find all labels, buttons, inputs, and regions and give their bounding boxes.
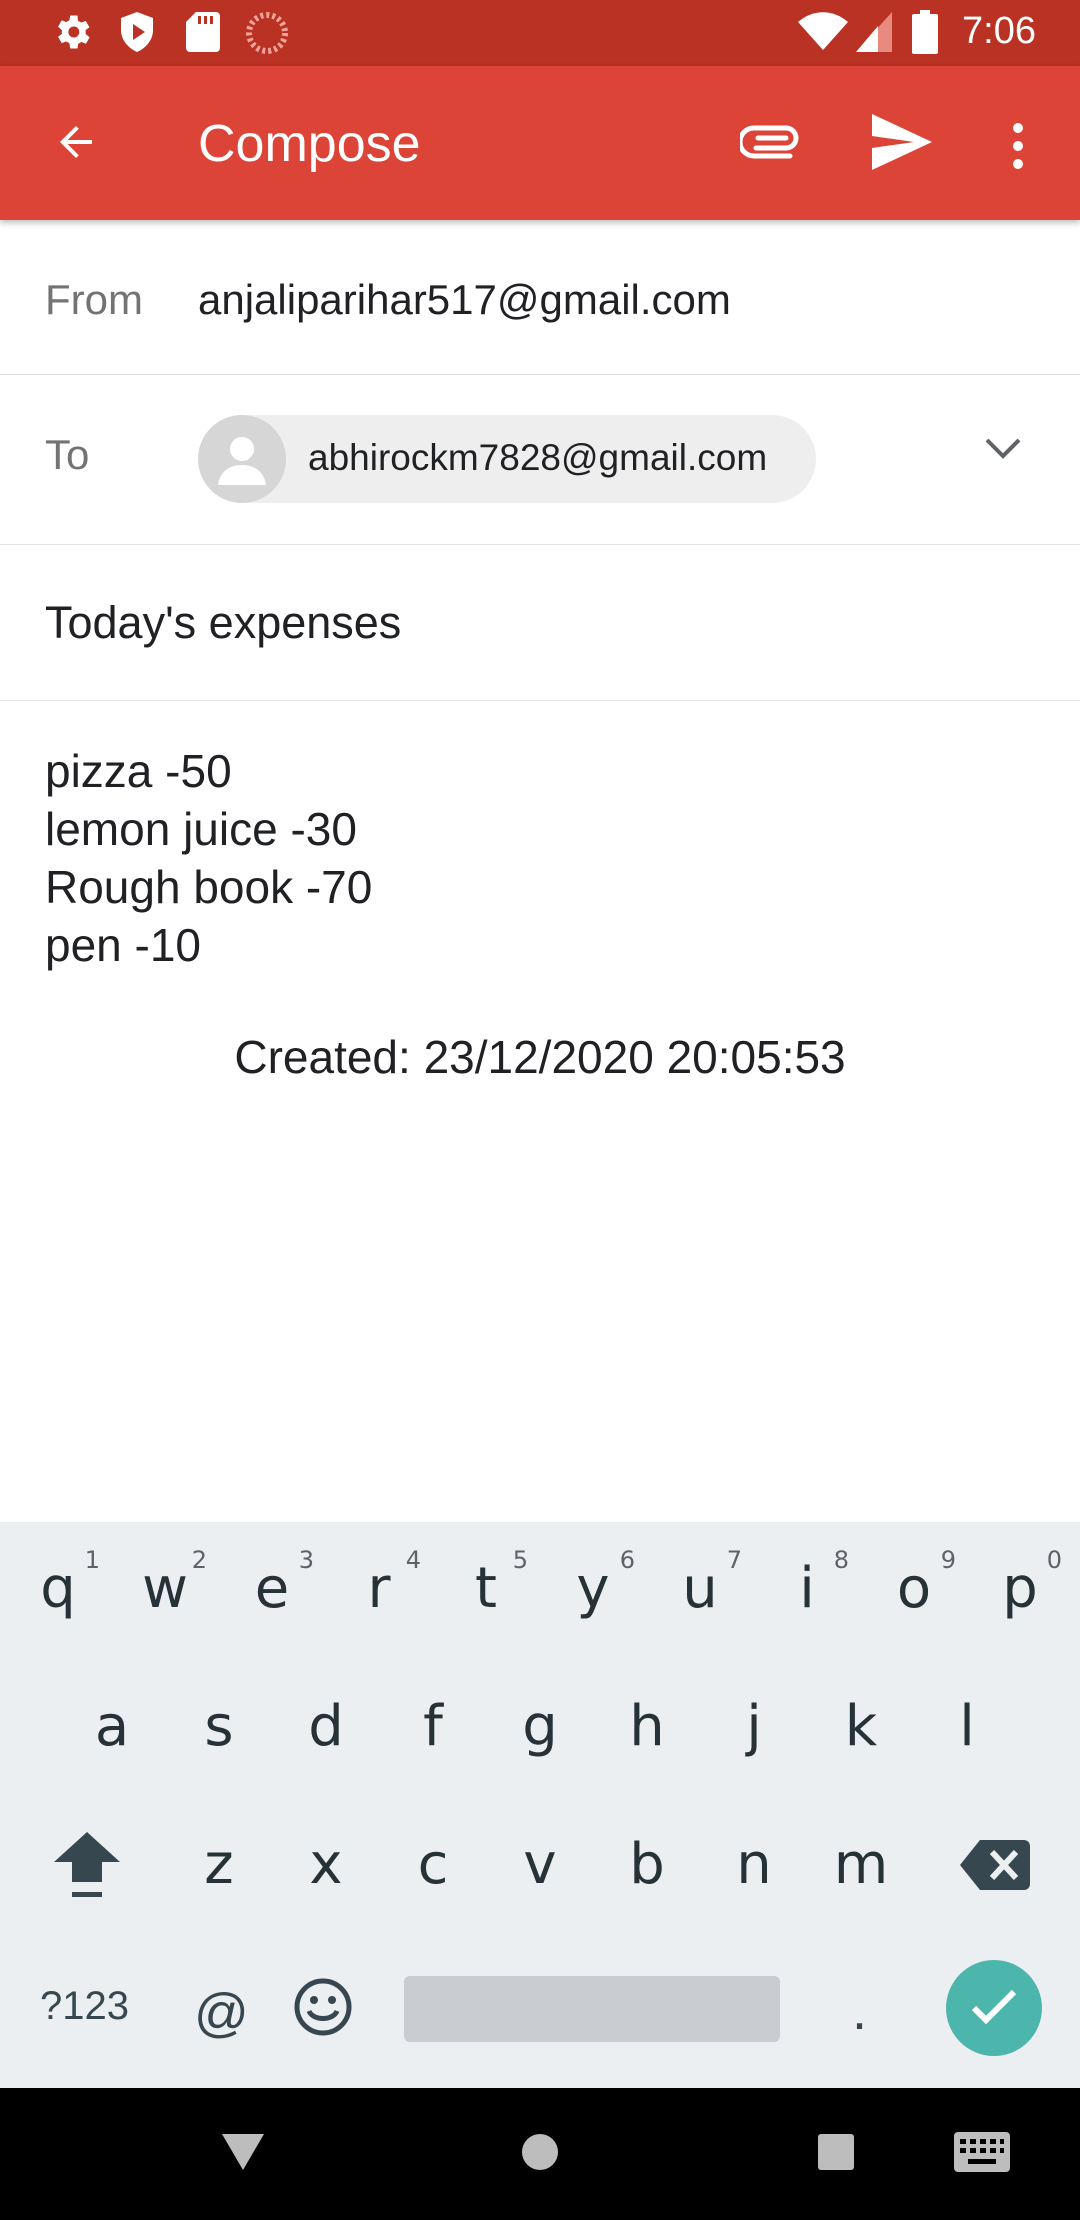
to-label: To xyxy=(45,431,90,478)
from-label: From xyxy=(45,276,143,323)
sd-card-icon xyxy=(186,12,220,52)
key-f[interactable]: f xyxy=(383,1660,483,1780)
attach-icon[interactable] xyxy=(740,118,800,166)
shift-icon xyxy=(54,1832,120,1897)
done-button[interactable] xyxy=(946,1960,1042,2056)
app-bar: Compose xyxy=(0,66,1080,220)
key-i[interactable]: i8 xyxy=(757,1522,857,1642)
key-e[interactable]: e3 xyxy=(222,1522,322,1642)
avatar xyxy=(198,415,286,503)
key-m[interactable]: m xyxy=(811,1798,911,1918)
subject-field[interactable]: Today's expenses xyxy=(45,597,401,649)
key-x[interactable]: x xyxy=(276,1798,376,1918)
subject-row[interactable]: Today's expenses xyxy=(0,545,1080,701)
key-t[interactable]: t5 xyxy=(436,1522,536,1642)
shield-play-icon xyxy=(121,12,153,52)
key-h[interactable]: h xyxy=(597,1660,697,1780)
key-o[interactable]: o9 xyxy=(864,1522,964,1642)
back-triangle-icon[interactable] xyxy=(222,2134,264,2174)
signal-icon xyxy=(856,12,892,52)
key-y[interactable]: y6 xyxy=(543,1522,643,1642)
key-l[interactable]: l xyxy=(917,1660,1017,1780)
sync-icon xyxy=(246,12,288,54)
key-u[interactable]: u7 xyxy=(650,1522,750,1642)
status-time: 7:06 xyxy=(962,10,1036,52)
body-line: lemon juice -30 xyxy=(45,803,357,855)
keyboard-icon[interactable] xyxy=(954,2132,1010,2172)
arrow-left-icon[interactable] xyxy=(52,118,100,166)
backspace-icon xyxy=(960,1840,1030,1890)
period-key[interactable]: . xyxy=(852,1980,867,2042)
created-timestamp: Created: 23/12/2020 20:05:53 xyxy=(234,1031,846,1083)
key-v[interactable]: v xyxy=(490,1798,590,1918)
key-c[interactable]: c xyxy=(383,1798,483,1918)
check-icon xyxy=(971,1989,1017,2025)
space-bar[interactable] xyxy=(404,1976,780,2042)
key-a[interactable]: a xyxy=(62,1660,162,1780)
key-q[interactable]: q1 xyxy=(8,1522,108,1642)
key-z[interactable]: z xyxy=(169,1798,269,1918)
to-row[interactable]: To abhirockm7828@gmail.com xyxy=(0,375,1080,545)
wifi-icon xyxy=(798,12,848,50)
body-line: Rough book -70 xyxy=(45,861,373,913)
key-g[interactable]: g xyxy=(490,1660,590,1780)
page-title: Compose xyxy=(198,115,421,173)
key-j[interactable]: j xyxy=(704,1660,804,1780)
more-vert-icon[interactable] xyxy=(1004,120,1032,172)
battery-icon xyxy=(912,10,938,54)
person-icon xyxy=(218,437,266,485)
shift-key[interactable] xyxy=(36,1798,136,1918)
status-bar: 7:06 xyxy=(0,0,1080,66)
nav-bar xyxy=(0,2088,1080,2220)
settings-icon xyxy=(58,15,90,49)
home-circle-icon[interactable] xyxy=(520,2132,560,2172)
from-row: From anjaliparihar517@gmail.com xyxy=(0,220,1080,375)
key-w[interactable]: w2 xyxy=(115,1522,215,1642)
symbols-key[interactable]: ?123 xyxy=(40,1984,129,2029)
key-n[interactable]: n xyxy=(704,1798,804,1918)
from-email[interactable]: anjaliparihar517@gmail.com xyxy=(198,276,731,324)
key-d[interactable]: d xyxy=(276,1660,376,1780)
key-k[interactable]: k xyxy=(811,1660,911,1780)
chevron-down-icon[interactable] xyxy=(984,437,1022,461)
recents-square-icon[interactable] xyxy=(818,2134,854,2170)
keyboard: q1 w2 e3 r4 t5 y6 u7 i8 o9 p0 a s d f g … xyxy=(0,1522,1080,2088)
body-line: pen -10 xyxy=(45,919,202,971)
send-icon[interactable] xyxy=(872,114,932,170)
body-line: pizza -50 xyxy=(45,745,232,797)
body-field[interactable]: pizza -50 lemon juice -30 Rough book -70… xyxy=(45,742,372,974)
recipient-email: abhirockm7828@gmail.com xyxy=(308,437,768,478)
key-b[interactable]: b xyxy=(597,1798,697,1918)
recipient-chip[interactable]: abhirockm7828@gmail.com xyxy=(198,415,816,503)
backspace-key[interactable] xyxy=(944,1798,1044,1918)
key-s[interactable]: s xyxy=(169,1660,269,1780)
at-key[interactable]: @ xyxy=(194,1982,249,2044)
emoji-icon[interactable] xyxy=(294,1978,352,2036)
key-p[interactable]: p0 xyxy=(970,1522,1070,1642)
key-r[interactable]: r4 xyxy=(329,1522,429,1642)
